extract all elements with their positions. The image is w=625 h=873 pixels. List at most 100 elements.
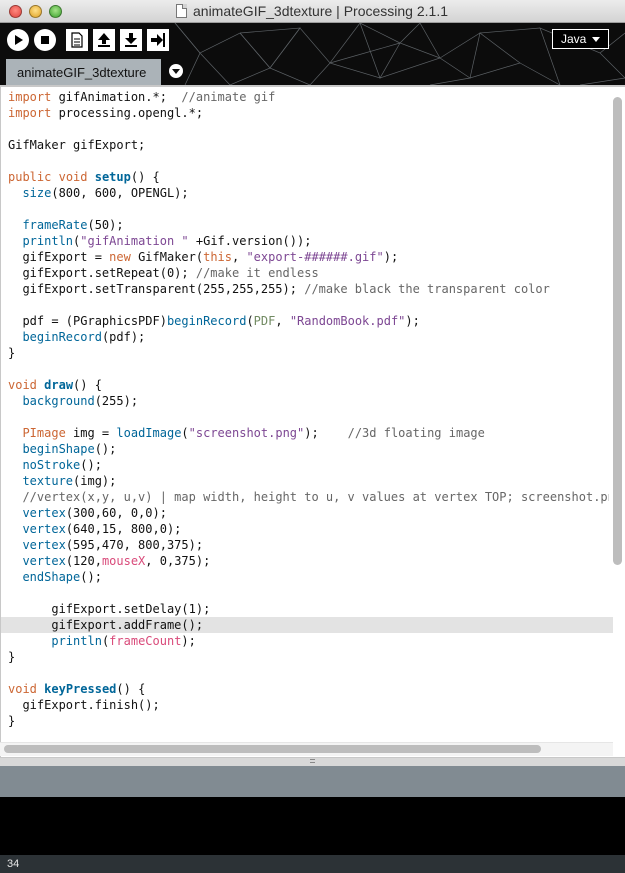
tab-animategif-3dtexture[interactable]: animateGIF_3dtexture: [6, 59, 161, 85]
code-line[interactable]: }: [8, 713, 609, 729]
code-line[interactable]: [8, 297, 609, 313]
code-text-area[interactable]: import gifAnimation.*; //animate gif impo…: [1, 89, 613, 729]
tab-menu-button[interactable]: [169, 64, 183, 78]
code-token: //vertex(x,y, u,v) | map width, height t…: [22, 490, 609, 504]
code-token: () {: [130, 170, 160, 184]
code-line[interactable]: [8, 121, 609, 137]
console-area[interactable]: [0, 797, 625, 855]
code-line[interactable]: pdf = (PGraphicsPDF)beginRecord(PDF, "Ra…: [8, 313, 609, 329]
stop-icon: [41, 36, 49, 44]
export-button[interactable]: [147, 29, 169, 51]
horizontal-scrollbar[interactable]: [4, 745, 541, 753]
code-line[interactable]: gifExport = new GifMaker(this, "export-#…: [8, 249, 609, 265]
code-line[interactable]: println("gifAnimation " +Gif.version());: [8, 233, 609, 249]
code-token: this: [203, 250, 232, 264]
code-line[interactable]: vertex(120,mouseX, 0,375);: [8, 553, 609, 569]
code-token: );: [304, 426, 348, 440]
code-token: texture: [22, 474, 74, 488]
code-line[interactable]: size(800, 600, OPENGL);: [8, 185, 609, 201]
code-line[interactable]: [8, 585, 609, 601]
code-line[interactable]: beginRecord(pdf);: [8, 329, 609, 345]
code-line[interactable]: noStroke();: [8, 457, 609, 473]
code-token: );: [405, 314, 420, 328]
code-line[interactable]: vertex(595,470, 800,375);: [8, 537, 609, 553]
code-token: (: [181, 426, 189, 440]
code-token: gifExport =: [8, 250, 110, 264]
code-line[interactable]: gifExport.setRepeat(0); //make it endles…: [8, 265, 609, 281]
code-line[interactable]: texture(img);: [8, 473, 609, 489]
code-token: setup: [94, 170, 131, 184]
line-number-footer: 34: [0, 855, 625, 873]
code-token: GifMaker(: [130, 250, 204, 264]
code-token: () {: [73, 378, 102, 392]
code-line[interactable]: GifMaker gifExport;: [8, 137, 609, 153]
code-line[interactable]: vertex(640,15, 800,0);: [8, 521, 609, 537]
code-line[interactable]: import processing.opengl.*;: [8, 105, 609, 121]
minimize-window-button[interactable]: [29, 5, 42, 18]
code-line[interactable]: //vertex(x,y, u,v) | map width, height t…: [8, 489, 609, 505]
code-line[interactable]: beginShape();: [8, 441, 609, 457]
code-line[interactable]: import gifAnimation.*; //animate gif: [8, 89, 609, 105]
mode-selector[interactable]: Java: [552, 29, 609, 49]
code-line[interactable]: PImage img = loadImage("screenshot.png")…: [8, 425, 609, 441]
play-icon: [15, 35, 23, 45]
code-token: (50);: [87, 218, 124, 232]
code-line[interactable]: background(255);: [8, 393, 609, 409]
code-token: beginRecord: [22, 330, 102, 344]
stop-button[interactable]: [34, 29, 56, 51]
code-line[interactable]: endShape();: [8, 569, 609, 585]
code-line[interactable]: gifExport.setTransparent(255,255,255); /…: [8, 281, 609, 297]
code-line[interactable]: }: [8, 345, 609, 361]
code-token: );: [383, 250, 399, 264]
code-line[interactable]: gifExport.addFrame();: [1, 617, 613, 633]
code-line[interactable]: public void setup() {: [8, 169, 609, 185]
save-button[interactable]: [120, 29, 142, 51]
upload-arrow-icon: [98, 33, 110, 47]
code-token: frameCount: [109, 634, 182, 648]
code-token: noStroke: [22, 458, 81, 472]
code-token: }: [8, 346, 16, 360]
code-token: //make it endless: [195, 266, 319, 280]
code-line[interactable]: println(frameCount);: [8, 633, 609, 649]
document-proxy-icon[interactable]: [176, 4, 187, 18]
run-button[interactable]: [7, 29, 29, 51]
zoom-window-button[interactable]: [49, 5, 62, 18]
code-line[interactable]: }: [8, 649, 609, 665]
code-token: "RandomBook.pdf": [289, 314, 406, 328]
new-button[interactable]: [66, 29, 88, 51]
code-line[interactable]: [8, 153, 609, 169]
code-token: gifExport.addFrame();: [8, 618, 204, 632]
code-token: "export-######.gif": [246, 250, 384, 264]
code-editor[interactable]: import gifAnimation.*; //animate gif impo…: [0, 85, 625, 757]
code-line[interactable]: [8, 665, 609, 681]
divider-grip-icon: [310, 759, 315, 763]
code-line[interactable]: void draw() {: [8, 377, 609, 393]
code-token: gifExport.setDelay(1);: [8, 602, 211, 616]
code-token: vertex: [22, 554, 66, 568]
code-token: );: [181, 634, 196, 648]
code-token: (pdf);: [101, 330, 146, 344]
code-line[interactable]: [8, 361, 609, 377]
code-line[interactable]: vertex(300,60, 0,0);: [8, 505, 609, 521]
code-line[interactable]: gifExport.setDelay(1);: [8, 601, 609, 617]
message-area: [0, 766, 625, 797]
vertical-scrollbar[interactable]: [613, 97, 622, 565]
code-line[interactable]: gifExport.finish();: [8, 697, 609, 713]
tab-label: animateGIF_3dtexture: [17, 65, 147, 80]
code-line[interactable]: frameRate(50);: [8, 217, 609, 233]
code-token: (595,470, 800,375);: [65, 538, 204, 552]
code-token: ,: [232, 250, 247, 264]
code-line[interactable]: [8, 201, 609, 217]
code-token: +Gif.version());: [188, 234, 312, 248]
code-token: import: [8, 90, 52, 104]
close-window-button[interactable]: [9, 5, 22, 18]
code-token: }: [8, 650, 16, 664]
code-line[interactable]: void keyPressed() {: [8, 681, 609, 697]
code-line[interactable]: [8, 409, 609, 425]
open-button[interactable]: [93, 29, 115, 51]
